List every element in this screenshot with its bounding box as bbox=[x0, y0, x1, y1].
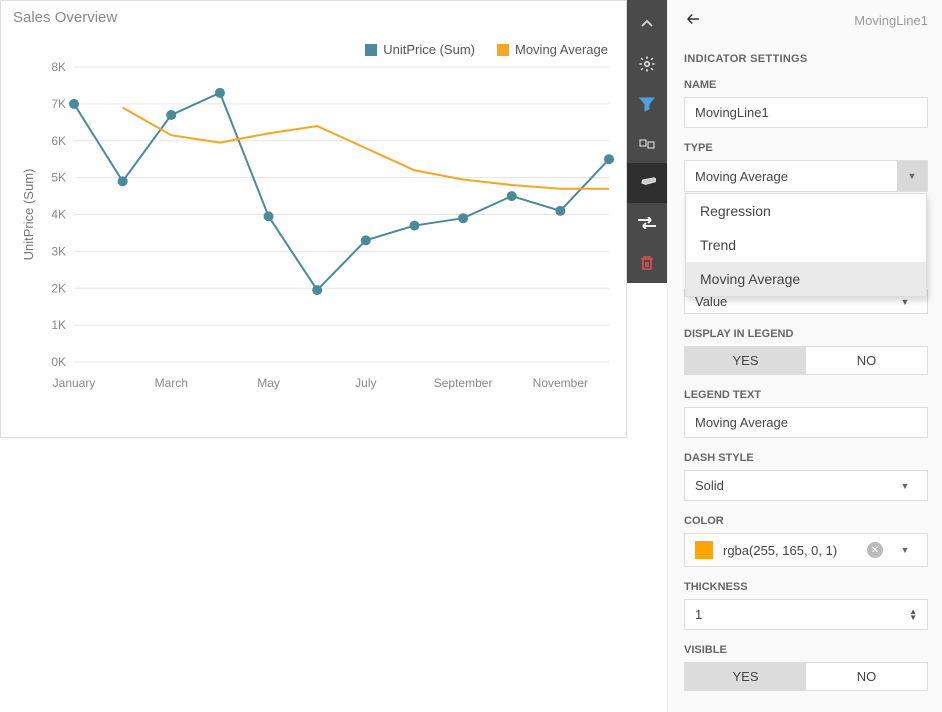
svg-text:September: September bbox=[434, 376, 493, 390]
color-select[interactable]: rgba(255, 165, 0, 1) ✕ ▼ bbox=[684, 533, 928, 567]
dash-style-select[interactable]: Solid ▼ bbox=[684, 470, 928, 501]
collapse-button[interactable] bbox=[627, 4, 667, 44]
type-option-moving-average[interactable]: Moving Average bbox=[686, 262, 926, 296]
svg-text:March: March bbox=[155, 376, 188, 390]
thickness-value: 1 bbox=[695, 607, 702, 622]
type-label: TYPE bbox=[684, 142, 928, 154]
color-swatch bbox=[695, 541, 713, 559]
name-input[interactable] bbox=[684, 97, 928, 128]
svg-text:UnitPrice (Sum): UnitPrice (Sum) bbox=[21, 169, 36, 261]
svg-text:3K: 3K bbox=[51, 244, 66, 258]
svg-text:2K: 2K bbox=[51, 281, 66, 295]
clear-color-button[interactable]: ✕ bbox=[867, 542, 883, 558]
svg-text:July: July bbox=[355, 376, 376, 390]
svg-text:6K: 6K bbox=[51, 134, 66, 148]
svg-text:January: January bbox=[53, 376, 96, 390]
arrows-button[interactable] bbox=[627, 203, 667, 243]
legend-swatch-moving-average bbox=[497, 44, 509, 56]
svg-text:1K: 1K bbox=[51, 318, 66, 332]
dash-style-label: DASH STYLE bbox=[684, 452, 928, 464]
name-label: NAME bbox=[684, 79, 928, 91]
svg-text:0K: 0K bbox=[51, 355, 66, 369]
chevron-down-icon: ▼ bbox=[893, 297, 917, 307]
visible-no[interactable]: NO bbox=[806, 663, 927, 690]
legend-text-input[interactable] bbox=[684, 407, 928, 438]
section-label: INDICATOR SETTINGS bbox=[684, 53, 928, 65]
legend-text-label: LEGEND TEXT bbox=[684, 389, 928, 401]
chevron-down-icon: ▼ bbox=[897, 161, 927, 191]
dash-style-value: Solid bbox=[695, 478, 724, 493]
vertical-toolbar bbox=[627, 0, 667, 283]
chart-panel: Sales Overview UnitPrice (Sum) Moving Av… bbox=[0, 0, 627, 438]
visible-yes[interactable]: YES bbox=[685, 663, 806, 690]
type-option-trend[interactable]: Trend bbox=[686, 228, 926, 262]
svg-text:4K: 4K bbox=[51, 208, 66, 222]
chevron-down-icon: ▼ bbox=[893, 481, 917, 491]
chart-plot-area: 0K 1K 2K 3K 4K 5K 6K 7K 8K January March May July Sep… bbox=[19, 57, 619, 402]
chart-title: Sales Overview bbox=[1, 1, 626, 34]
display-in-legend-label: DISPLAY IN LEGEND bbox=[684, 328, 928, 340]
svg-text:November: November bbox=[533, 376, 588, 390]
display-legend-yes[interactable]: YES bbox=[685, 347, 806, 374]
link-data-button[interactable] bbox=[627, 124, 667, 164]
color-value: rgba(255, 165, 0, 1) bbox=[723, 543, 837, 558]
svg-text:8K: 8K bbox=[51, 60, 66, 74]
type-option-regression[interactable]: Regression bbox=[686, 194, 926, 228]
svg-text:5K: 5K bbox=[51, 171, 66, 185]
legend-label: UnitPrice (Sum) bbox=[383, 42, 475, 57]
visible-toggle: YES NO bbox=[684, 662, 928, 691]
svg-text:7K: 7K bbox=[51, 97, 66, 111]
thickness-input[interactable]: 1 ▲▼ bbox=[684, 599, 928, 630]
visible-label: VISIBLE bbox=[684, 644, 928, 656]
svg-text:May: May bbox=[257, 376, 280, 390]
chart-legend: UnitPrice (Sum) Moving Average bbox=[1, 34, 626, 57]
display-legend-no[interactable]: NO bbox=[806, 347, 927, 374]
type-select[interactable]: Moving Average ▼ Regression Trend Moving… bbox=[684, 160, 928, 192]
display-in-legend-toggle: YES NO bbox=[684, 346, 928, 375]
legend-item-unitprice[interactable]: UnitPrice (Sum) bbox=[365, 42, 475, 57]
spinner-icon[interactable]: ▲▼ bbox=[909, 609, 917, 620]
type-select-value: Moving Average bbox=[695, 169, 788, 184]
legend-swatch-unitprice bbox=[365, 44, 377, 56]
back-button[interactable] bbox=[684, 10, 702, 31]
delete-button[interactable] bbox=[627, 243, 667, 283]
type-dropdown-menu: Regression Trend Moving Average bbox=[685, 193, 927, 297]
legend-item-moving-average[interactable]: Moving Average bbox=[497, 42, 608, 57]
indicator-settings-panel: MovingLine1 INDICATOR SETTINGS NAME TYPE… bbox=[667, 0, 942, 712]
chevron-down-icon: ▼ bbox=[893, 545, 917, 555]
settings-button[interactable] bbox=[627, 44, 667, 84]
filter-button[interactable] bbox=[627, 84, 667, 124]
color-label: COLOR bbox=[684, 515, 928, 527]
legend-label: Moving Average bbox=[515, 42, 608, 57]
thickness-label: THICKNESS bbox=[684, 581, 928, 593]
indicator-button[interactable] bbox=[627, 163, 667, 203]
panel-title: MovingLine1 bbox=[854, 13, 928, 28]
